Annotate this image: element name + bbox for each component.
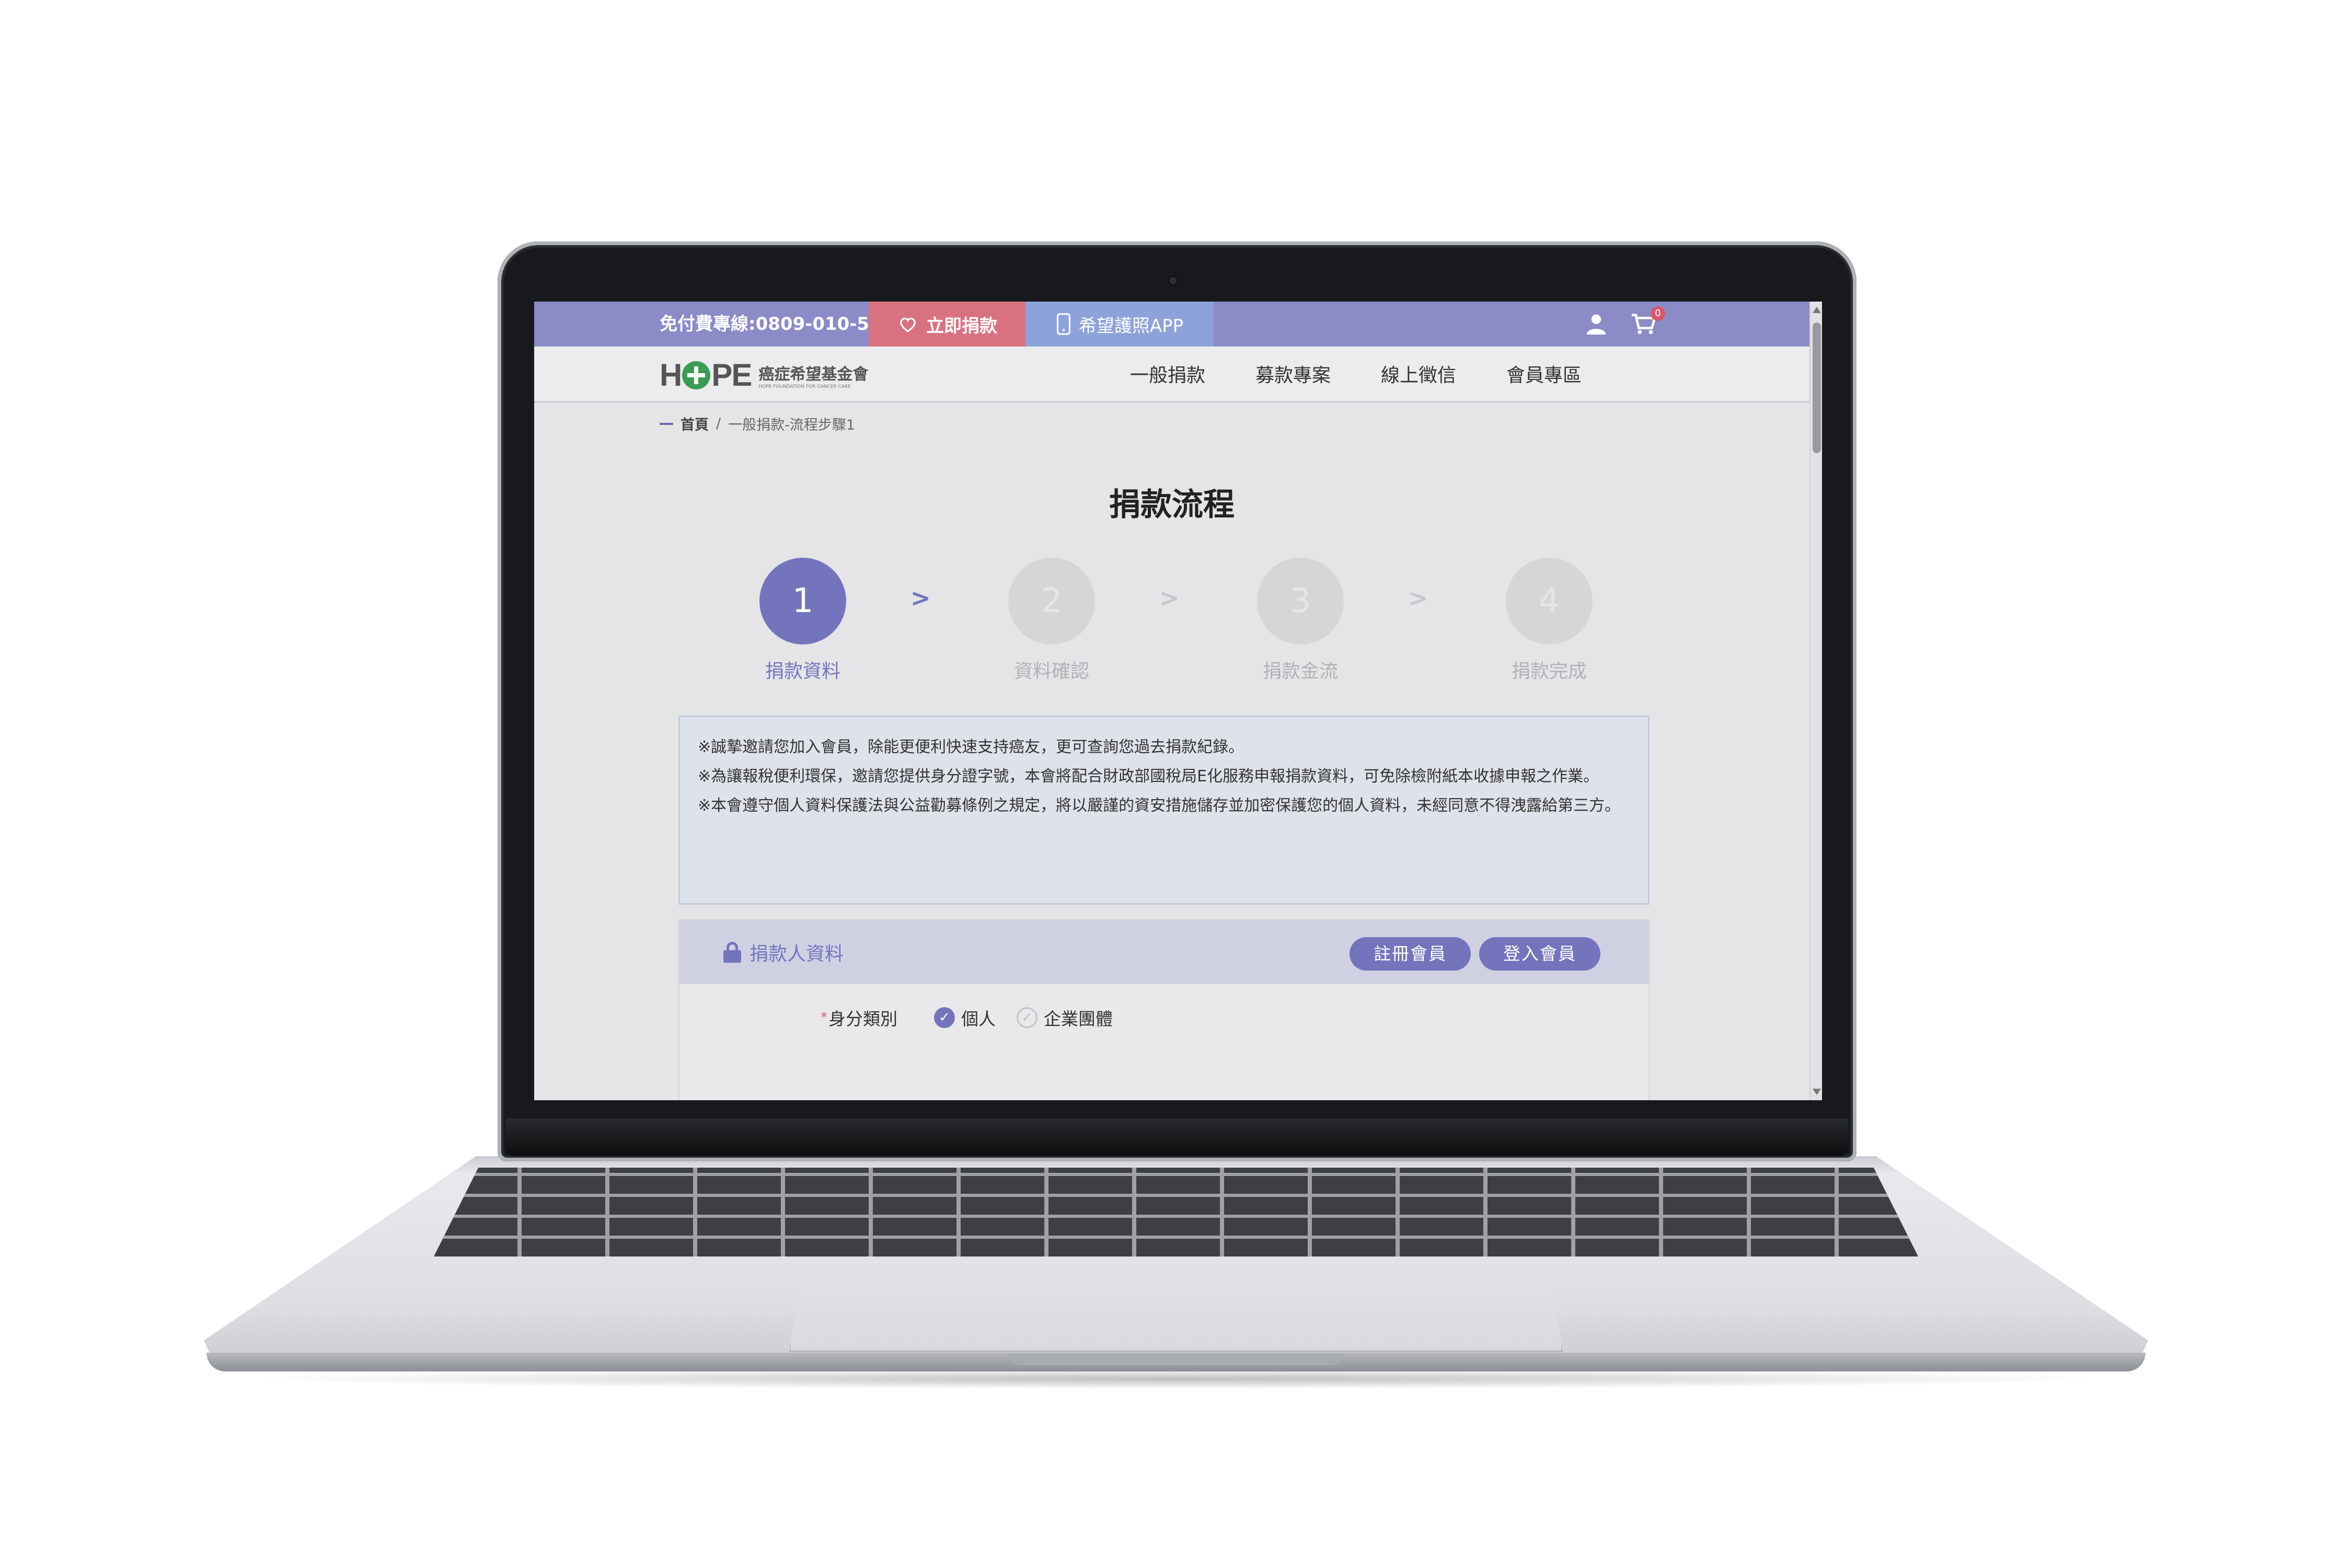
radio-personal-label: 個人: [961, 1009, 996, 1029]
logo-letter-h: H: [660, 358, 682, 393]
step-4-number: 4: [1506, 558, 1593, 644]
breadcrumb-separator: /: [716, 416, 721, 432]
nav-item-member-area[interactable]: 會員專區: [1506, 360, 1582, 387]
breadcrumb: 首頁 / 一般捐款-流程步驟1: [660, 413, 855, 434]
logo-text: 癌症希望基金會 HOPE FOUNDATION FOR CANCER CARE: [758, 361, 868, 389]
app-link-label: 希望護照APP: [1078, 315, 1184, 337]
logo-letters-pe: PE: [711, 358, 752, 393]
nav-item-online-credit[interactable]: 線上徵信: [1381, 360, 1456, 387]
donor-panel-title: 捐款人資料: [750, 943, 844, 965]
breadcrumb-current: 一般捐款-流程步驟1: [728, 417, 856, 433]
step-arrow-1: >: [910, 584, 931, 612]
laptop-opening-notch: [1009, 1354, 1343, 1365]
register-member-button[interactable]: 註冊會員: [1350, 937, 1471, 971]
user-icon[interactable]: [1585, 313, 1608, 336]
step-2-label: 資料確認: [1013, 661, 1089, 682]
page-title: 捐款流程: [1109, 487, 1235, 523]
required-mark: *: [821, 1010, 827, 1025]
logo-cross-icon: [682, 361, 711, 389]
step-4: 4 捐款完成: [1502, 558, 1596, 683]
step-1-label: 捐款資料: [765, 661, 840, 682]
step-4-label: 捐款完成: [1511, 661, 1587, 682]
notice-line-1: ※誠摯邀請您加入會員，除能更便利快速支持癌友，更可查詢您過去捐款紀錄。: [698, 738, 1244, 756]
check-circle-icon: ✓: [934, 1007, 955, 1028]
mobile-phone-icon: [1056, 313, 1070, 335]
scrollbar-thumb[interactable]: [1813, 322, 1821, 453]
radio-company-label: 企業團體: [1044, 1009, 1113, 1029]
browser-viewport: 免付費專線:0809-010-580 立即捐款 希望護照APP 0 H PE 癌…: [534, 302, 1822, 1100]
hope-passport-app-link[interactable]: 希望護照APP: [1025, 302, 1214, 347]
top-icons: 0: [1585, 302, 1665, 347]
scroll-up-arrow-icon[interactable]: [1813, 307, 1821, 313]
step-2: 2 資料確認: [1005, 558, 1099, 683]
laptop-trackpad: [789, 1261, 1563, 1352]
heart-hand-icon: [900, 317, 916, 332]
login-member-button[interactable]: 登入會員: [1479, 937, 1600, 971]
step-arrow-3: >: [1408, 584, 1428, 612]
webcam: [1169, 277, 1177, 284]
radio-company[interactable]: ✓ 企業團體: [1017, 1005, 1113, 1030]
nav-menu: 一般捐款 募款專案 線上徵信 會員專區: [1130, 347, 1582, 401]
hotline-text: 免付費專線:0809-010-580: [660, 314, 894, 335]
nav-item-fundraising-projects[interactable]: 募款專案: [1255, 360, 1331, 387]
logo-chinese-name: 癌症希望基金會: [758, 365, 869, 384]
identity-type-field: * 身分類別 ✓ 個人 ✓ 企業團體: [821, 1005, 1113, 1030]
step-3-label: 捐款金流: [1262, 661, 1338, 682]
nav-item-general-donation[interactable]: 一般捐款: [1130, 360, 1205, 387]
vertical-scrollbar[interactable]: [1809, 302, 1822, 1100]
hope-logo[interactable]: H PE 癌症希望基金會 HOPE FOUNDATION FOR CANCER …: [660, 357, 868, 393]
step-3: 3 捐款金流: [1253, 558, 1347, 683]
logo-wordmark: H PE: [660, 357, 752, 393]
cart-button[interactable]: 0: [1631, 306, 1665, 336]
step-1-number: 1: [759, 558, 846, 644]
member-notice-box: ※誠摯邀請您加入會員，除能更便利快速支持癌友，更可查詢您過去捐款紀錄。 ※為讓報…: [678, 716, 1650, 905]
lock-icon: [723, 942, 741, 963]
donor-info-panel: 捐款人資料 註冊會員 登入會員 * 身分類別 ✓ 個人 ✓ 企業團體: [678, 919, 1650, 1100]
logo-english-name: HOPE FOUNDATION FOR CANCER CARE: [758, 384, 851, 389]
radio-personal[interactable]: ✓ 個人: [934, 1005, 996, 1030]
main-navigation: H PE 癌症希望基金會 HOPE FOUNDATION FOR CANCER …: [534, 347, 1809, 403]
notice-line-3: ※本會遵守個人資料保護法與公益勸募條例之規定，將以嚴謹的資安措施儲存並加密保護您…: [698, 797, 1621, 815]
donate-now-button[interactable]: 立即捐款: [869, 302, 1025, 347]
scroll-down-arrow-icon[interactable]: [1813, 1089, 1821, 1095]
identity-type-label: 身分類別: [828, 1009, 897, 1029]
laptop-shadow: [235, 1368, 2117, 1389]
top-utility-bar: 免付費專線:0809-010-580 立即捐款 希望護照APP 0: [534, 302, 1809, 347]
notice-line-2: ※為讓報稅便利環保，邀請您提供身分證字號，本會將配合財政部國稅局E化服務申報捐款…: [698, 767, 1599, 786]
unchecked-circle-icon: ✓: [1017, 1007, 1037, 1028]
laptop-hinge: [506, 1119, 1848, 1156]
cart-count-badge: 0: [1651, 306, 1665, 321]
donate-now-label: 立即捐款: [926, 315, 997, 337]
laptop-keyboard: [434, 1168, 1918, 1256]
step-1: 1 捐款資料: [756, 558, 850, 683]
step-2-number: 2: [1008, 558, 1095, 644]
step-arrow-2: >: [1159, 584, 1180, 612]
breadcrumb-marker: [660, 422, 673, 425]
breadcrumb-home-link[interactable]: 首頁: [681, 413, 709, 434]
step-3-number: 3: [1257, 558, 1344, 644]
